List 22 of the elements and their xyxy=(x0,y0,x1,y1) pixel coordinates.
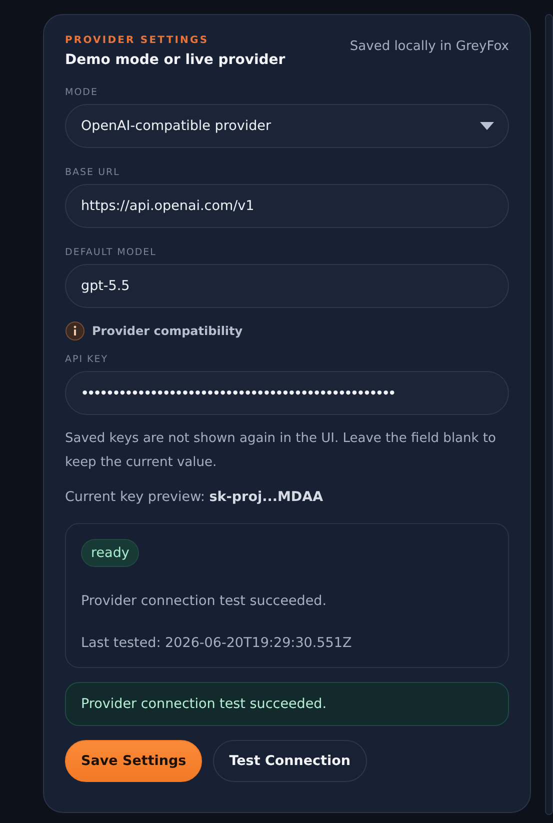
input-field[interactable]: gpt-5.5 xyxy=(65,264,509,308)
key-preview: Current key preview: sk-proj...MDAA xyxy=(65,489,324,505)
input-field[interactable]: https://api.openai.com/v1 xyxy=(65,184,509,228)
caret-icon xyxy=(480,122,494,130)
info-link[interactable]: Provider compatibility xyxy=(92,324,243,338)
mode-select[interactable]: OpenAI-compatible provider xyxy=(65,104,509,148)
storage-note: Saved locally in GreyFox xyxy=(350,39,509,54)
status-badge: ready xyxy=(81,539,140,567)
field-label: MODE xyxy=(65,87,99,98)
help-text: Saved keys are not shown again in the UI. Leave the field blank to keep the current value. xyxy=(65,430,497,472)
status-message: Provider connection test succeeded. xyxy=(81,593,327,609)
section-label: PROVIDER SETTINGS xyxy=(65,35,210,46)
field-label: BASE URL xyxy=(65,167,121,178)
panel-title: Demo mode or live provider xyxy=(65,52,286,68)
api-key-field[interactable]: •••••••••••••••••••••••••••••••••••••••••••••••••• xyxy=(65,371,509,415)
success-alert: Provider connection test succeeded. xyxy=(65,682,509,726)
last-tested: Last tested: 2026-06-20T19:29:30.551Z xyxy=(81,635,352,651)
test-button[interactable]: Test Connection xyxy=(213,740,367,782)
save-button[interactable]: Save Settings xyxy=(65,740,202,782)
field-label: DEFAULT MODEL xyxy=(65,247,158,258)
info-icon xyxy=(65,321,85,341)
field-label: API KEY xyxy=(65,354,110,365)
